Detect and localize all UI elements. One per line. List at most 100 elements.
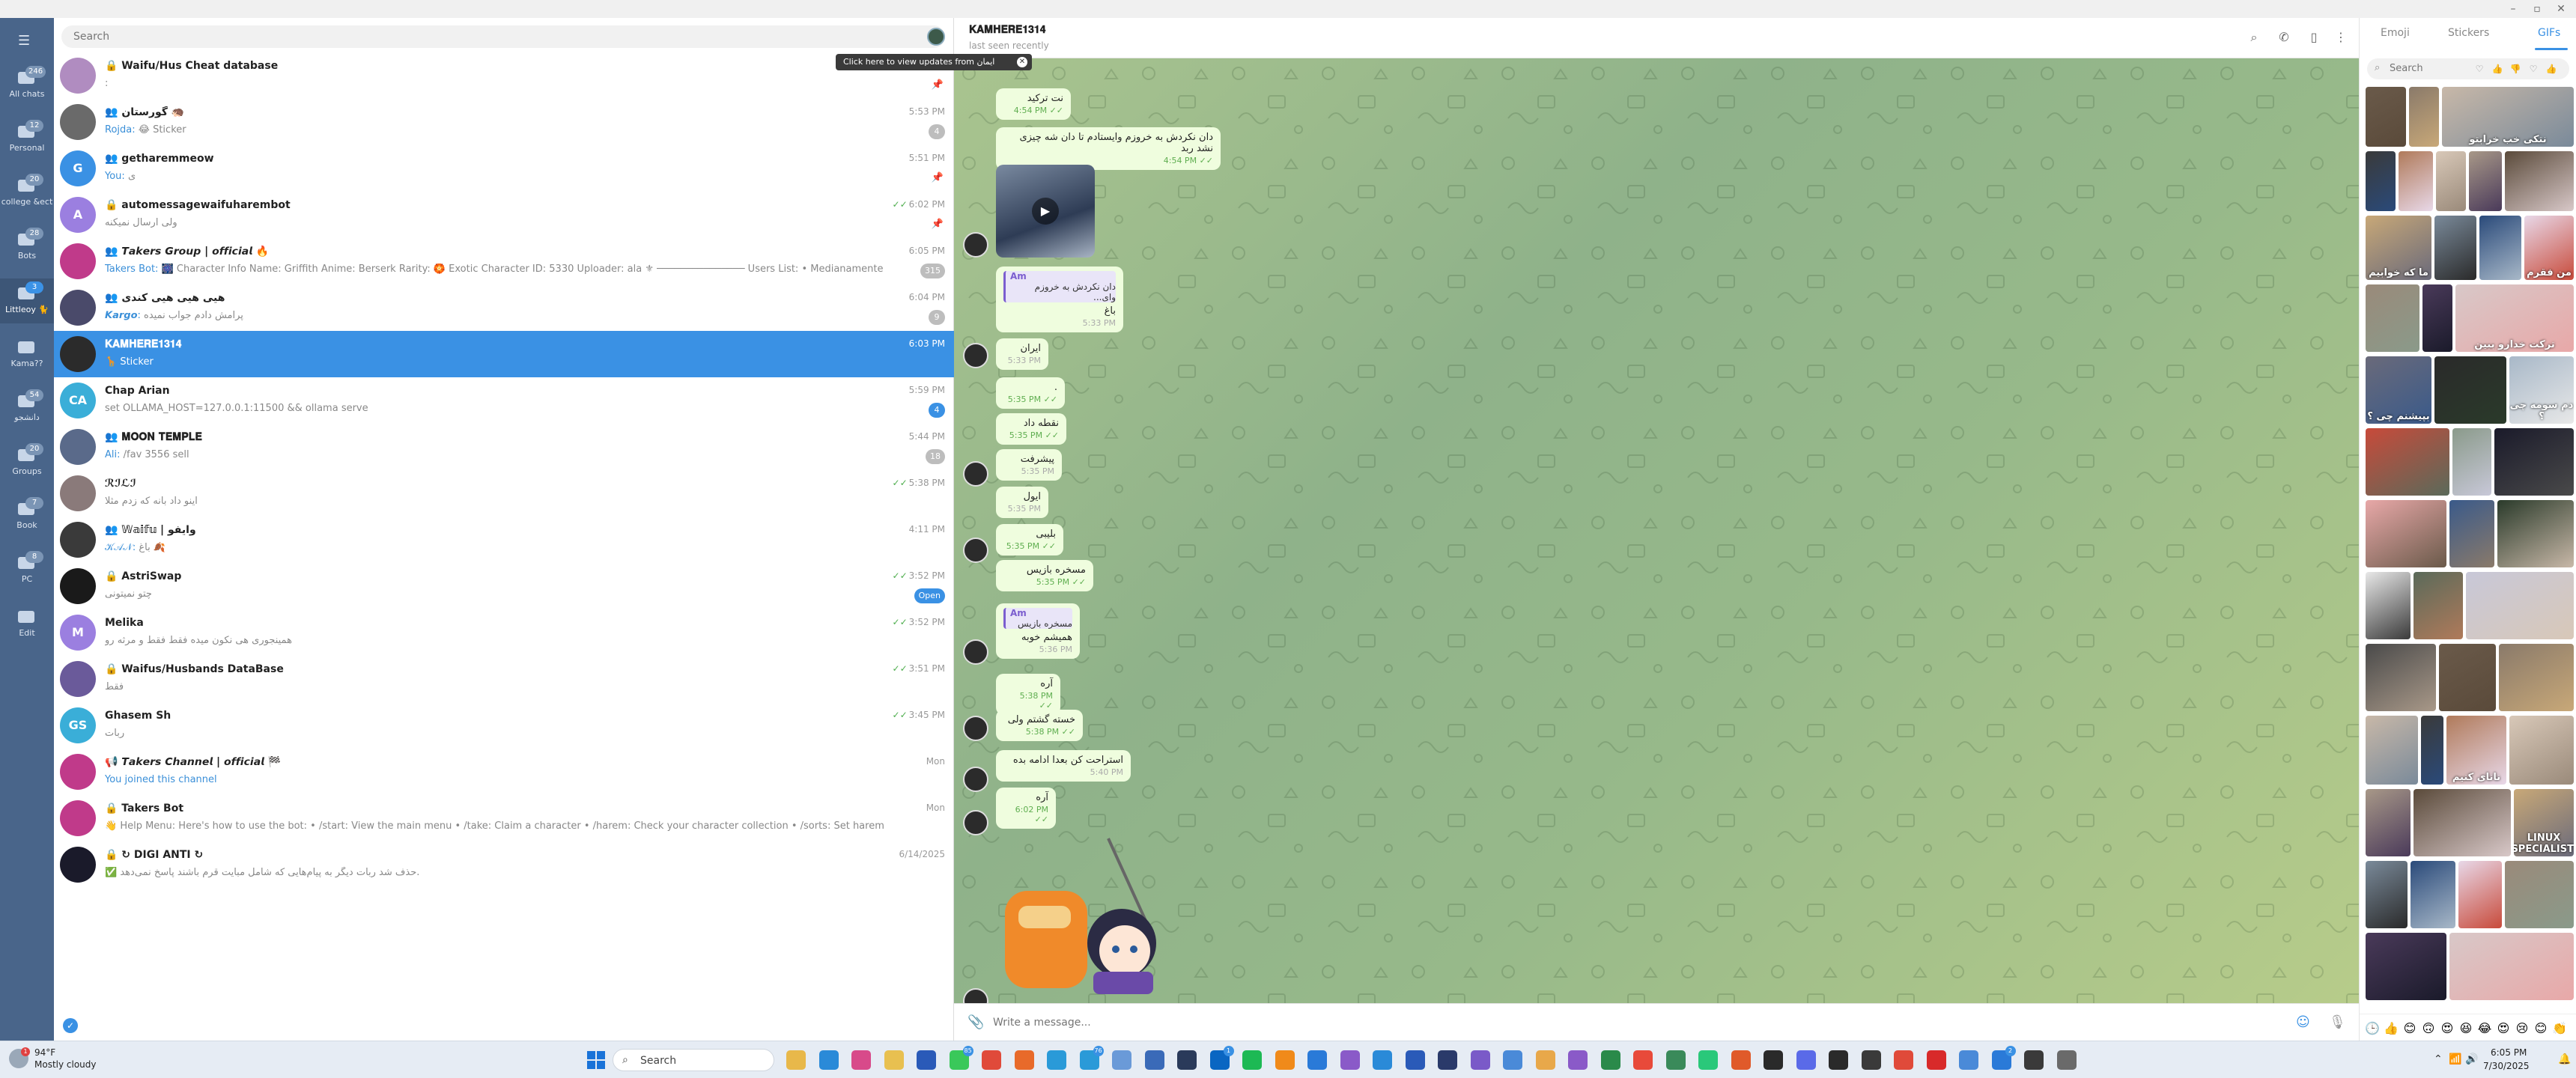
chat-row[interactable]: 👥 𝐌𝐎𝐎𝐍 𝐓𝐄𝐌𝐏𝐋𝐄 Ali: /fav 3556 sell 5:44 PM 1… (54, 424, 954, 470)
github-icon[interactable] (1829, 1050, 1848, 1070)
sender-avatar[interactable] (963, 810, 988, 835)
message-bubble[interactable]: استراحت کن بعدا ادامه بده 5:40 PM (996, 750, 1131, 782)
emoji-item[interactable]: 😆 (2458, 1020, 2474, 1037)
gif-thumbnail[interactable] (2366, 861, 2408, 928)
emoji-item[interactable]: 😍 (2439, 1020, 2455, 1037)
gif-thumbnail[interactable] (2366, 716, 2418, 785)
copilot-icon[interactable] (1503, 1050, 1522, 1070)
sender-avatar[interactable] (963, 461, 988, 487)
files-app-icon[interactable] (786, 1050, 806, 1070)
visual-studio-icon[interactable] (1340, 1050, 1360, 1070)
heart-icon[interactable]: ♡ (2527, 63, 2539, 75)
message-bubble[interactable]: ایول 5:35 PM (996, 487, 1048, 518)
message-bubble[interactable]: مسخره بازیس 5:35 PM ✓✓ (996, 560, 1093, 591)
emoji-item[interactable]: 👍 (2383, 1020, 2399, 1037)
snipping-tool-icon[interactable] (851, 1050, 871, 1070)
heart-icon[interactable]: ♡ (2473, 63, 2485, 75)
message-bubble[interactable]: بلیبی 5:35 PM ✓✓ (996, 524, 1063, 555)
widgets-icon[interactable] (818, 1050, 839, 1070)
chat-row[interactable]: 🔒 ↻ DIGI ANTI ↻ ✅ حذف شد ربات دیگر به پیا… (54, 841, 954, 888)
chat-search-input[interactable] (73, 25, 897, 48)
notes-icon[interactable] (1959, 1050, 1978, 1070)
thumbs-up-icon[interactable]: 👍 (2545, 63, 2557, 75)
emoji-item[interactable]: 😂 (2476, 1020, 2493, 1037)
emoji-item[interactable]: 😍 (2495, 1020, 2512, 1037)
gif-thumbnail[interactable] (2499, 644, 2574, 711)
sender-avatar[interactable] (963, 538, 988, 563)
gif-thumbnail[interactable] (2366, 500, 2446, 567)
gif-thumbnail[interactable] (2469, 151, 2502, 211)
gif-thumbnail[interactable] (2399, 151, 2433, 211)
sender-avatar[interactable] (963, 639, 988, 665)
store-icon[interactable] (917, 1050, 936, 1070)
gif-thumbnail[interactable] (2509, 716, 2574, 785)
gif-thumbnail[interactable] (2466, 572, 2574, 639)
discord-icon[interactable] (1796, 1050, 1816, 1070)
gif-thumbnail[interactable]: نانای کنیم (2446, 716, 2506, 785)
gif-thumbnail[interactable] (2436, 151, 2466, 211)
close-window-button[interactable]: ✕ (2549, 0, 2573, 18)
figma-icon[interactable] (1633, 1050, 1653, 1070)
message-bubble[interactable]: ایران 5:33 PM (996, 338, 1048, 370)
chat-row[interactable]: GS Ghasem Sh ربات ✓✓ 3:45 PM (54, 702, 954, 749)
thumbs-down-icon[interactable]: 👎 (2509, 63, 2521, 75)
minimize-button[interactable]: – (2501, 0, 2525, 18)
chat-row[interactable]: M Melika همینجوری هی نکون میده فقط فقط و م… (54, 609, 954, 656)
emoji-icon[interactable]: ☺ (2296, 1014, 2310, 1030)
gif-thumbnail[interactable] (2421, 716, 2443, 785)
message-bubble[interactable]: دان نکردش به خروزم وایستادم تا دان شه چی… (996, 127, 1221, 170)
notepad-icon[interactable] (1144, 1050, 1164, 1070)
clock-date[interactable]: 7/30/2025 (2483, 1061, 2530, 1071)
recent-clock-icon[interactable]: 🕒 (2364, 1020, 2381, 1037)
android-studio-icon[interactable] (1665, 1050, 1686, 1070)
chat-row[interactable]: 🔒 Waifu/Hus Cheat database: 📌 (54, 52, 954, 99)
emoji-item[interactable]: 😢 (2514, 1020, 2530, 1037)
photos-icon[interactable] (1112, 1050, 1131, 1070)
pycharm-icon[interactable] (1698, 1050, 1718, 1070)
gif-thumbnail[interactable] (2434, 216, 2476, 280)
speaker-icon[interactable]: 🔊 (2465, 1053, 2478, 1065)
search-icon[interactable]: ⌕ (2245, 28, 2263, 46)
gif-thumbnail[interactable]: LINUX SPECIALIST (2514, 789, 2574, 856)
paint-icon[interactable] (1535, 1050, 1555, 1070)
message-bubble[interactable]: نقطه داد 5:35 PM ✓✓ (996, 413, 1066, 445)
steam-icon[interactable] (1177, 1050, 1197, 1070)
gif-thumbnail[interactable] (2452, 428, 2491, 496)
sender-avatar[interactable] (963, 716, 988, 741)
stats-icon[interactable] (1861, 1050, 1881, 1070)
chat-row[interactable]: 👥 𝕎𝕒𝕚𝕗𝕦 | وایفو 𝒦𝒜𝒩: باغ 🍂 4:11 PM (54, 517, 954, 563)
gif-thumbnail[interactable] (2366, 572, 2411, 639)
explorer-icon[interactable] (884, 1050, 904, 1070)
open-button[interactable]: Open (914, 588, 945, 603)
vs-icon[interactable] (1568, 1050, 1588, 1070)
folder-item[interactable]: 8 PC (0, 548, 54, 593)
gif-thumbnail[interactable] (2366, 87, 2406, 147)
vlc-icon[interactable] (1275, 1050, 1295, 1070)
photoshop-icon[interactable] (1438, 1050, 1457, 1070)
tab-gifs[interactable]: GIFs (2538, 27, 2560, 39)
clock-time[interactable]: 6:05 PM (2491, 1047, 2527, 1058)
gif-thumbnail[interactable] (2449, 933, 2574, 1000)
gif-thumbnail[interactable] (2479, 216, 2521, 280)
emoji-item[interactable]: 👏 (2551, 1020, 2568, 1037)
word-icon[interactable] (1405, 1050, 1425, 1070)
gif-thumbnail[interactable] (2366, 933, 2446, 1000)
gif-thumbnail[interactable] (2366, 428, 2449, 496)
message-area[interactable]: نت ترکید 4:54 PM ✓✓ دان نکردش به خروزم وای… (954, 58, 2359, 1003)
excel-icon[interactable] (1600, 1050, 1620, 1070)
phone-icon[interactable]: ✆ (2275, 28, 2293, 46)
gif-thumbnail[interactable] (2497, 500, 2574, 567)
emoji-item[interactable]: 😊 (2402, 1020, 2418, 1037)
video-message[interactable]: ▶ (996, 165, 1095, 258)
cmd-icon[interactable] (2024, 1050, 2044, 1070)
microphone-icon[interactable]: 🎙 (2329, 1014, 2346, 1030)
menu-button[interactable]: ☰ (0, 18, 54, 63)
reply-quote[interactable]: Am دان نکردش به خروزم وای... (1003, 271, 1116, 302)
gif-thumbnail[interactable] (2422, 284, 2452, 352)
chat-row[interactable]: 👥 گورستان 🦔 Rojda: 😂 Sticker 5:53 PM 4 (54, 99, 954, 145)
sender-avatar[interactable] (963, 343, 988, 368)
wifi-icon[interactable]: 📶 (2449, 1053, 2461, 1065)
acrobat-icon[interactable] (1926, 1050, 1946, 1070)
vscode-icon[interactable] (1307, 1050, 1327, 1070)
chat-row[interactable]: CA Chap Arian set OLLAMA_HOST=127.0.0.1:11… (54, 377, 954, 424)
